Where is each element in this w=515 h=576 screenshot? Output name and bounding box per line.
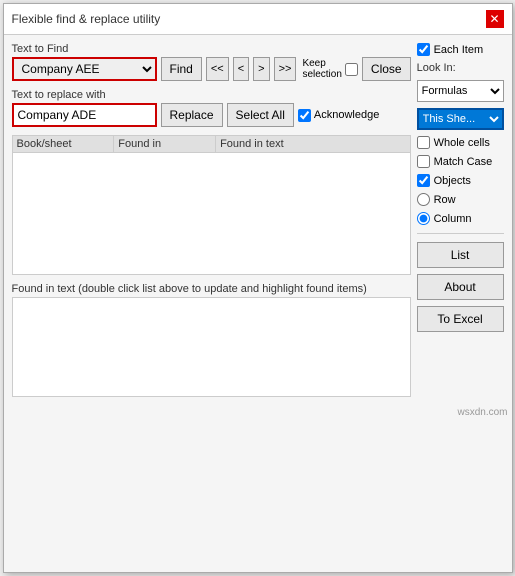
keep-selection-area: Keepselection [302,58,357,80]
select-all-button[interactable]: Select All [227,103,294,127]
nav-back1-button[interactable]: < [233,57,249,81]
found-text-label: Found in text (double click list above t… [12,283,411,295]
replace-row: Replace Select All Acknowledge [12,103,411,127]
each-item-row[interactable]: Each Item [417,43,504,56]
main-dialog: Flexible find & replace utility ✕ Text t… [3,3,513,573]
to-excel-button[interactable]: To Excel [417,306,504,332]
replace-input[interactable] [12,103,157,127]
match-case-label: Match Case [434,156,493,168]
results-table: Book/sheet Found in Found in text [12,135,411,275]
column-radio-row[interactable]: Column [417,212,504,225]
nav-back2-button[interactable]: << [206,57,229,81]
find-label: Text to Find [12,43,411,55]
look-in-label: Look In: [417,62,504,74]
found-text-area [12,297,411,397]
objects-row[interactable]: Objects [417,174,504,187]
find-button[interactable]: Find [161,57,202,81]
match-case-row[interactable]: Match Case [417,155,504,168]
left-panel: Text to Find Company AEE Find << < > >> … [12,43,411,397]
right-panel: Each Item Look In: Formulas This She... … [417,43,504,397]
this-sheet-dropdown[interactable]: This She... [417,108,504,130]
objects-checkbox[interactable] [417,174,430,187]
close-x-button[interactable]: ✕ [486,10,504,28]
keep-selection-checkbox[interactable] [345,63,358,76]
divider [417,233,504,234]
main-content: Text to Find Company AEE Find << < > >> … [4,35,512,405]
row-radio-row[interactable]: Row [417,193,504,206]
replace-button[interactable]: Replace [161,103,223,127]
each-item-checkbox[interactable] [417,43,430,56]
found-text-section: Found in text (double click list above t… [12,283,411,397]
find-input[interactable]: Company AEE [12,57,157,81]
whole-cells-checkbox[interactable] [417,136,430,149]
find-section: Text to Find Company AEE Find << < > >> … [12,43,411,85]
col-foundin: Found in [114,136,216,152]
dialog-title: Flexible find & replace utility [12,12,161,26]
acknowledge-label: Acknowledge [298,109,379,122]
row-label: Row [434,194,456,206]
list-button[interactable]: List [417,242,504,268]
whole-cells-row[interactable]: Whole cells [417,136,504,149]
row-radio[interactable] [417,193,430,206]
whole-cells-label: Whole cells [434,137,490,149]
find-row: Company AEE Find << < > >> Keepselection… [12,57,411,81]
replace-section: Text to replace with Replace Select All … [12,89,411,131]
column-label: Column [434,213,472,225]
close-button[interactable]: Close [362,57,411,81]
match-case-checkbox[interactable] [417,155,430,168]
replace-label: Text to replace with [12,89,411,101]
title-bar: Flexible find & replace utility ✕ [4,4,512,35]
nav-fwd1-button[interactable]: > [253,57,269,81]
col-foundintext: Found in text [216,136,410,152]
column-radio[interactable] [417,212,430,225]
each-item-label: Each Item [434,44,484,56]
col-booksheet: Book/sheet [13,136,115,152]
table-header: Book/sheet Found in Found in text [13,136,410,153]
formulas-dropdown[interactable]: Formulas [417,80,504,102]
nav-fwd2-button[interactable]: >> [274,57,297,81]
objects-label: Objects [434,175,471,187]
about-button[interactable]: About [417,274,504,300]
watermark: wsxdn.com [4,405,512,420]
acknowledge-checkbox[interactable] [298,109,311,122]
keep-selection-label: Keepselection [302,58,341,80]
